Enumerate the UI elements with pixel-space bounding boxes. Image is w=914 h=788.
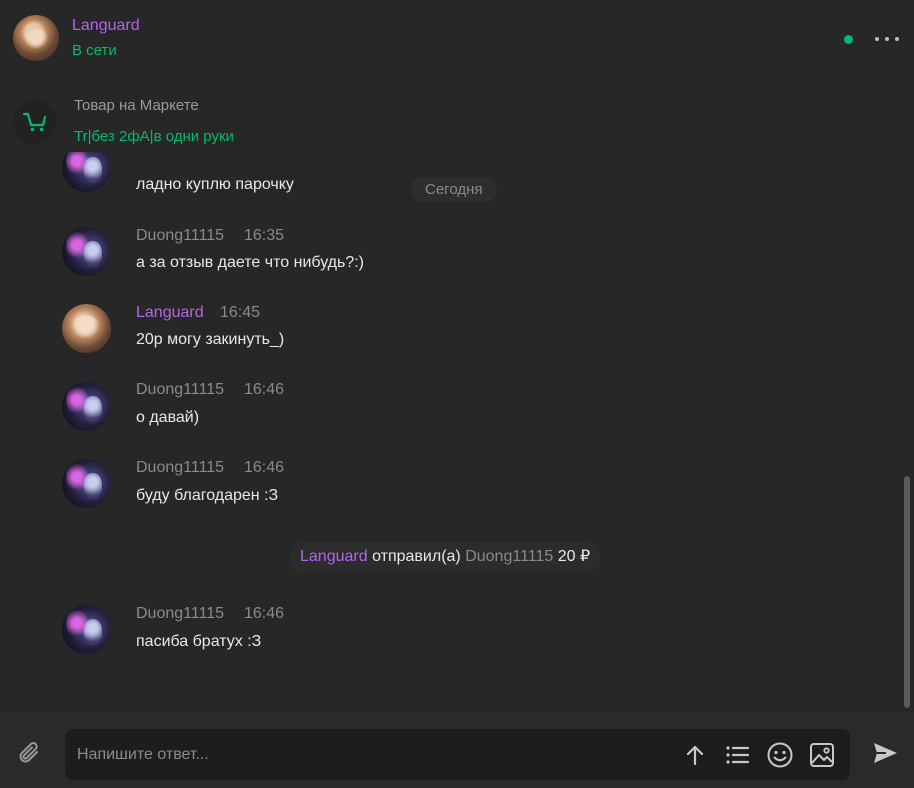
message-author[interactable]: Duong11115 <box>136 605 224 623</box>
online-indicator <box>844 35 853 44</box>
message-time: 16:35 <box>244 227 285 244</box>
arrow-up-icon[interactable] <box>681 741 709 769</box>
chat-header: Languard В сети <box>0 0 914 80</box>
message-text: буду благодарен :З <box>136 487 279 504</box>
message-text: 20р могу закинуть_) <box>136 331 285 348</box>
list-icon[interactable] <box>723 741 751 769</box>
message-author[interactable]: Languard <box>136 304 204 322</box>
contact-name[interactable]: Languard <box>72 17 140 35</box>
more-icon[interactable] <box>874 30 900 48</box>
message-text: о давай) <box>136 409 200 426</box>
message-time: 16:46 <box>244 605 285 622</box>
message-text: ладно куплю парочку <box>136 176 294 193</box>
message-author[interactable]: Duong11115 <box>136 381 224 399</box>
transfer-amount: 20 ₽ <box>557 548 591 565</box>
message-time: 16:46 <box>244 381 285 398</box>
product-label: Товар на Маркете <box>74 97 199 114</box>
transfer-recipient[interactable]: Duong11115 <box>465 548 553 565</box>
scrollbar[interactable] <box>904 476 910 708</box>
message-avatar[interactable] <box>62 304 111 353</box>
message-text: пасиба братух :З <box>136 633 262 650</box>
image-icon[interactable] <box>808 741 836 769</box>
reply-box <box>65 729 850 780</box>
send-icon[interactable] <box>871 739 899 767</box>
contact-status: В сети <box>72 42 117 59</box>
message-author[interactable]: Duong11115 <box>136 227 224 245</box>
header-avatar[interactable] <box>13 15 59 61</box>
message-avatar[interactable] <box>62 227 111 276</box>
message-time: 16:45 <box>220 304 261 321</box>
cart-icon <box>13 100 57 144</box>
transfer-action: отправил(а) <box>372 548 461 565</box>
composer <box>0 712 914 788</box>
message-author[interactable]: Duong11115 <box>136 459 224 477</box>
message-text: а за отзыв даете что нибудь?:) <box>136 254 364 271</box>
product-banner[interactable]: Товар на Маркете Tr|без 2фА|в одни руки <box>0 88 914 152</box>
product-name[interactable]: Tr|без 2фА|в одни руки <box>74 128 234 145</box>
message-avatar[interactable] <box>62 152 111 192</box>
date-separator: Сегодня <box>411 177 497 202</box>
paperclip-icon[interactable] <box>15 739 45 769</box>
chat-window: Languard В сети Товар на Маркете Tr|без … <box>0 0 914 788</box>
message-avatar[interactable] <box>62 605 111 654</box>
message-list[interactable]: ладно куплю парочку Сегодня Duong11115 1… <box>0 152 914 712</box>
message-time: 16:46 <box>244 459 285 476</box>
message-avatar[interactable] <box>62 382 111 431</box>
transfer-sender[interactable]: Languard <box>300 548 368 565</box>
transfer-notice: Languard отправил(а) Duong11115 20 ₽ <box>290 542 601 572</box>
reply-input[interactable] <box>77 729 667 780</box>
smiley-icon[interactable] <box>766 741 794 769</box>
message-avatar[interactable] <box>62 459 111 508</box>
